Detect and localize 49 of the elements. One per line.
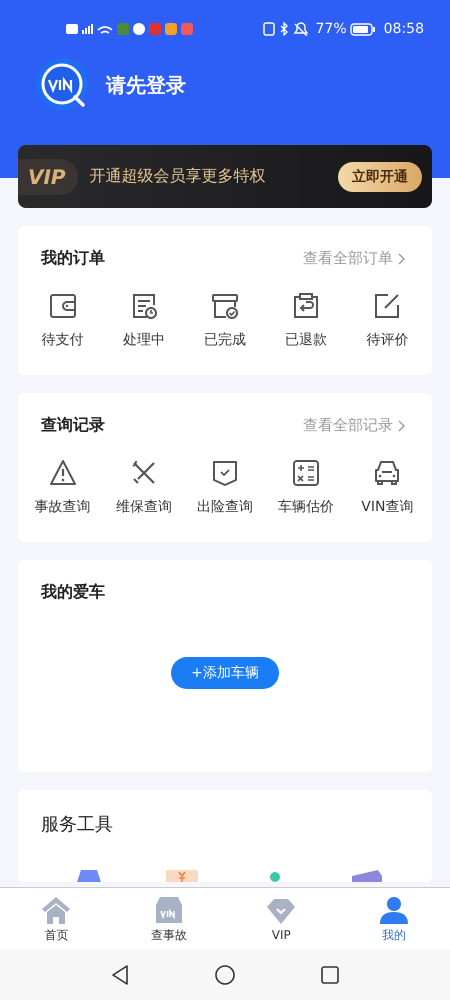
- login-prompt[interactable]: 请先登录: [106, 72, 186, 98]
- vip-badge: VIP: [18, 158, 78, 194]
- app-notification-icon: [165, 23, 177, 35]
- vin-search-logo: [36, 58, 90, 112]
- chevron-right-icon: [398, 420, 406, 432]
- vip-promo-text: 开通超级会员享更多特权: [90, 166, 267, 187]
- section-title: 我的订单: [41, 248, 105, 269]
- chevron-right-icon: [398, 252, 406, 264]
- query-type-label: 车辆估价: [278, 498, 334, 516]
- wifi-icon: [97, 24, 113, 34]
- clock: 08:58: [384, 21, 424, 37]
- section-title: 服务工具: [40, 813, 114, 836]
- home-button-icon[interactable]: [214, 964, 236, 986]
- app-notification-icon: [117, 23, 129, 35]
- app-notification-icon: [133, 23, 145, 35]
- order-status-label: 处理中: [122, 331, 165, 349]
- activate-button[interactable]: 立即开通: [338, 162, 422, 192]
- battery-percent: 77%: [316, 21, 347, 37]
- user-icon: [378, 894, 410, 924]
- section-title: 查询记录: [41, 415, 105, 436]
- query-type-label: 事故查询: [34, 498, 91, 516]
- box-check-icon[interactable]: [210, 291, 240, 321]
- battery-icon: [350, 22, 376, 36]
- warning-icon[interactable]: [48, 458, 78, 488]
- recents-icon[interactable]: [320, 965, 340, 985]
- order-status-label: 已完成: [204, 331, 246, 349]
- order-status-label: 待评价: [366, 331, 408, 349]
- diamond-icon: [265, 896, 298, 926]
- section-title: 我的爱车: [40, 582, 106, 603]
- signal-icon: [82, 24, 93, 34]
- tab-item[interactable]: VIP: [225, 888, 338, 950]
- hd-icon: [66, 24, 78, 34]
- query-type-label: 维保查询: [116, 498, 172, 516]
- tab-item[interactable]: 首页: [0, 888, 112, 950]
- order-status-label: 待支付: [42, 331, 84, 349]
- app-notification-icon: [181, 23, 193, 35]
- add-vehicle-button[interactable]: +添加车辆: [171, 657, 279, 689]
- coupon-tool-icon[interactable]: [164, 868, 200, 882]
- vip-banner[interactable]: VIP 开通超级会员享更多特权 立即开通: [18, 145, 432, 208]
- order-status-label: 已退款: [285, 331, 328, 349]
- calculator-icon[interactable]: [291, 458, 322, 488]
- home-icon: [40, 894, 72, 924]
- query-type-label: VIN查询: [361, 498, 414, 516]
- tab-item[interactable]: 查事故: [112, 888, 225, 950]
- app-notification-icon: [149, 23, 161, 35]
- tab-item[interactable]: 我的: [338, 888, 450, 950]
- back-icon[interactable]: [110, 964, 130, 986]
- wallet-icon[interactable]: [48, 291, 78, 321]
- query-type-label: 出险查询: [196, 498, 253, 516]
